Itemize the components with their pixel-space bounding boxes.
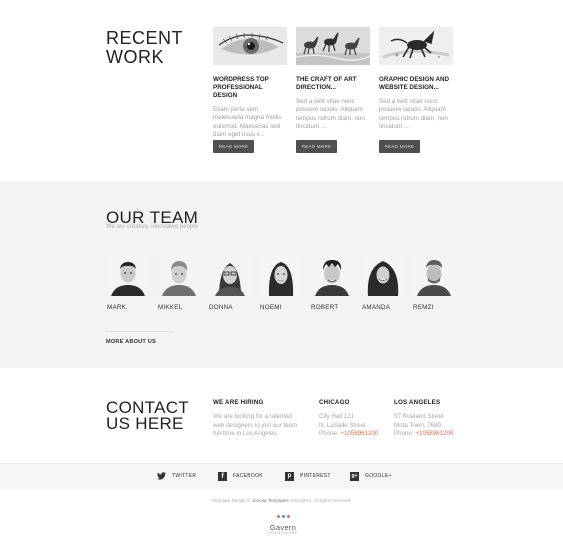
avatar[interactable]	[362, 254, 404, 296]
recent-work-title-line2: WORK	[106, 47, 164, 67]
facebook-link[interactable]: f FACEBOOK	[218, 470, 263, 482]
person-photo	[413, 254, 455, 296]
address-line: 57 Roeland Street	[394, 413, 444, 420]
googleplus-icon: g+	[350, 471, 359, 481]
pinterest-icon: p	[285, 471, 294, 481]
work-title[interactable]: GRAPHIC DESIGN AND WEBSITE DESIGN...	[379, 76, 453, 92]
phone-line: Phone: +1058961200	[394, 430, 474, 439]
work-excerpt: Sed a velit vitae nunc posuere iaculis. …	[296, 98, 365, 130]
team-member-name: NOEMI	[260, 304, 282, 311]
joomla-templates-link[interactable]: Joomla Templates	[252, 498, 289, 503]
person-photo	[362, 254, 404, 296]
team-member-donna[interactable]: DONNA	[209, 254, 251, 311]
los-angeles-column: LOS ANGELES 57 Roeland Street Mota Town,…	[394, 399, 474, 439]
pinterest-link[interactable]: p PINTEREST	[285, 470, 331, 482]
team-member-remzi[interactable]: REMZI	[413, 254, 455, 311]
recent-work-title: RECENT WORK	[106, 29, 183, 66]
divider	[106, 331, 173, 332]
avatar[interactable]	[260, 254, 302, 296]
chicago-column: CHICAGO City Hall 121 N. LaSalle Street …	[319, 399, 389, 439]
work-title[interactable]: THE CRAFT OF ART DIRECTION...	[296, 76, 370, 92]
los-angeles-address: 57 Roeland Street Mota Town, 7689 Phone:…	[394, 413, 474, 439]
work-card-3: GRAPHIC DESIGN AND WEBSITE DESIGN... Sed…	[379, 27, 453, 153]
hiring-text: We are looking for a talented web design…	[213, 413, 308, 439]
chicago-heading: CHICAGO	[319, 399, 350, 406]
logo-dot	[277, 515, 280, 518]
googleplus-label: GOOGLE+	[365, 473, 392, 479]
contact-title: CONTACT US HERE	[106, 399, 189, 433]
more-about-us-link[interactable]: MORE ABOUT US	[106, 339, 156, 345]
address-line: N. LaSalle Street	[319, 421, 366, 429]
team-member-amanda[interactable]: AMANDA	[362, 254, 404, 311]
los-angeles-heading: LOS ANGELES	[394, 399, 441, 406]
copyright-suffix: GavickPro. All rights reserved.	[288, 498, 352, 503]
gavern-logo[interactable]: Gavern FRAMEWORK	[268, 523, 298, 535]
hiring-line: web designers to join our team	[213, 421, 298, 429]
team-member-name: DONNA	[209, 304, 233, 311]
work-image-horses[interactable]	[296, 27, 370, 65]
facebook-label: FACEBOOK	[233, 473, 263, 479]
phone-number[interactable]: +1058961200	[415, 430, 453, 437]
twitter-label: TWITTER	[172, 473, 197, 479]
team-member-mark[interactable]: MARK	[107, 254, 149, 311]
address-line: City Hall 121	[319, 413, 355, 420]
person-photo	[260, 254, 302, 296]
eye-image	[213, 27, 287, 65]
hiring-heading: WE ARE HIRING	[213, 399, 264, 406]
recent-work-title-line1: RECENT	[106, 28, 184, 48]
avatar[interactable]	[311, 254, 353, 296]
phone-label: Phone:	[319, 430, 341, 438]
team-member-name: ROBERT	[311, 304, 339, 311]
team-member-robert[interactable]: ROBERT	[311, 254, 353, 311]
hiring-line: full-time in Los Angeles.	[213, 430, 279, 438]
twitter-icon	[157, 472, 166, 481]
work-image-eye[interactable]	[213, 27, 287, 65]
team-subtitle: We are creative, innovative people	[106, 224, 198, 230]
hiring-column: WE ARE HIRING We are looking for a talen…	[213, 399, 308, 439]
person-photo	[209, 254, 251, 296]
googleplus-link[interactable]: g+ GOOGLE+	[350, 470, 392, 482]
work-card-1: WORDPRESS TOP PROFESSIONAL DESIGN Etiam …	[213, 27, 287, 153]
work-card-2: THE CRAFT OF ART DIRECTION... Sed a veli…	[296, 27, 370, 153]
person-photo	[311, 254, 353, 296]
horses-image	[296, 27, 370, 65]
work-image-horse-art[interactable]	[379, 27, 453, 65]
logo-dot	[287, 515, 290, 518]
work-excerpt: Sed a velit vitae nunc posuere iaculis. …	[379, 98, 448, 130]
copyright-prefix: Template Design ©	[211, 498, 252, 503]
person-photo	[158, 254, 200, 296]
read-more-button[interactable]: READ MORE	[213, 140, 254, 153]
team-member-noemi[interactable]: NOEMI	[260, 254, 302, 311]
pinterest-label: PINTEREST	[300, 473, 331, 479]
team-member-name: MIKKEL	[158, 304, 183, 311]
read-more-button[interactable]: READ MORE	[379, 140, 420, 153]
twitter-link[interactable]: TWITTER	[157, 470, 196, 482]
address-line: Mota Town, 7689	[394, 421, 442, 429]
horse-art-image	[379, 27, 453, 65]
avatar[interactable]	[209, 254, 251, 296]
phone-label: Phone:	[394, 430, 416, 438]
avatar[interactable]	[158, 254, 200, 296]
social-bar	[0, 463, 563, 490]
team-member-name: REMZI	[413, 304, 434, 311]
phone-number[interactable]: +1058961200	[340, 430, 378, 437]
work-title[interactable]: WORDPRESS TOP PROFESSIONAL DESIGN	[213, 76, 287, 100]
chicago-address: City Hall 121 N. LaSalle Street Phone: +…	[319, 413, 389, 439]
copyright-text: Template Design © Joomla Templates Gavic…	[0, 498, 563, 503]
team-member-mikkel[interactable]: MIKKEL	[158, 254, 200, 311]
hiring-line: We are looking for a talented	[213, 413, 292, 420]
phone-line: Phone: +1058961200	[319, 430, 389, 439]
logo-dot	[282, 515, 285, 518]
logo-subtitle: FRAMEWORK	[268, 531, 299, 535]
avatar[interactable]	[107, 254, 149, 296]
facebook-icon: f	[218, 471, 227, 481]
contact-title-line2: US HERE	[106, 414, 184, 433]
team-member-name: AMANDA	[362, 304, 391, 311]
logo-dots	[277, 515, 290, 518]
person-photo	[107, 254, 149, 296]
work-excerpt: Etiam porta sem malesuada magna mollis e…	[213, 106, 282, 138]
read-more-button[interactable]: READ MORE	[296, 140, 337, 153]
avatar[interactable]	[413, 254, 455, 296]
team-member-name: MARK	[107, 304, 126, 311]
